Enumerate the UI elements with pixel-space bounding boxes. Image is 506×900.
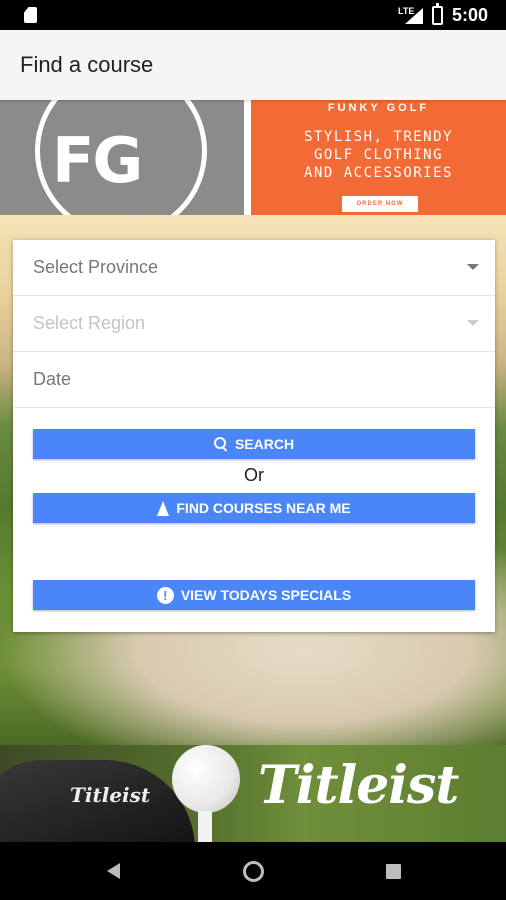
status-bar: LTE 5:00 [0, 0, 506, 30]
golf-tee-image [198, 811, 212, 842]
recents-icon[interactable] [386, 864, 401, 879]
ad-copy: FUNKY GOLF STYLISH, TRENDY GOLF CLOTHING… [251, 100, 506, 215]
back-icon[interactable] [107, 863, 120, 879]
view-todays-specials-button[interactable]: ! VIEW TODAYS SPECIALS [33, 580, 475, 610]
home-icon[interactable] [243, 861, 264, 882]
system-nav-bar [0, 842, 506, 900]
golf-ball-image [172, 745, 240, 813]
ad-tagline-line-1: STYLISH, TRENDY [304, 129, 453, 145]
ad-banner-top[interactable]: FG FUNKY GOLF STYLISH, TRENDY GOLF CLOTH… [0, 100, 506, 215]
clock: 5:00 [452, 5, 489, 25]
ad-banner-bottom[interactable]: Titleist Titleist [0, 745, 506, 842]
club-brand-text: Titleist [70, 783, 151, 807]
region-select-value: Select Region [33, 313, 146, 333]
sim-card-icon [24, 7, 37, 23]
network-type: LTE [398, 6, 415, 16]
province-select[interactable]: Select Province [13, 240, 495, 296]
navigation-arrow-icon [157, 500, 170, 516]
near-me-button-label: FIND COURSES NEAR ME [176, 500, 351, 516]
region-select[interactable]: Select Region [13, 296, 495, 352]
date-field[interactable]: Date [13, 352, 495, 408]
ad-tagline-line-3: AND ACCESSORIES [304, 165, 453, 181]
search-icon [213, 437, 228, 451]
ad-brand: FUNKY GOLF [327, 102, 430, 114]
specials-button-label: VIEW TODAYS SPECIALS [180, 587, 352, 603]
search-button-label: SEARCH [234, 436, 295, 452]
ad-divider [244, 100, 251, 215]
ad-logo: FG [0, 100, 244, 215]
ad-logo-text: FG [52, 124, 143, 197]
dropdown-arrow-icon [467, 320, 479, 326]
province-select-value: Select Province [33, 257, 159, 277]
page-title: Find a course [20, 52, 154, 77]
ad-brand-logo: Titleist [258, 755, 459, 816]
ad-tagline: STYLISH, TRENDY GOLF CLOTHING AND ACCESS… [251, 128, 506, 182]
date-field-placeholder: Date [33, 369, 72, 389]
or-separator: Or [244, 465, 264, 485]
find-courses-near-me-button[interactable]: FIND COURSES NEAR ME [33, 493, 475, 523]
ad-order-now-button[interactable]: ORDER NOW [342, 196, 418, 212]
app-bar: Find a course [0, 30, 506, 100]
battery-icon [432, 3, 443, 25]
dropdown-arrow-icon [467, 264, 479, 270]
course-search-card: Select Province Select Region Date SEARC… [13, 240, 495, 632]
search-button[interactable]: SEARCH [33, 429, 475, 459]
alert-icon: ! [156, 586, 174, 604]
ad-tagline-line-2: GOLF CLOTHING [313, 147, 444, 163]
